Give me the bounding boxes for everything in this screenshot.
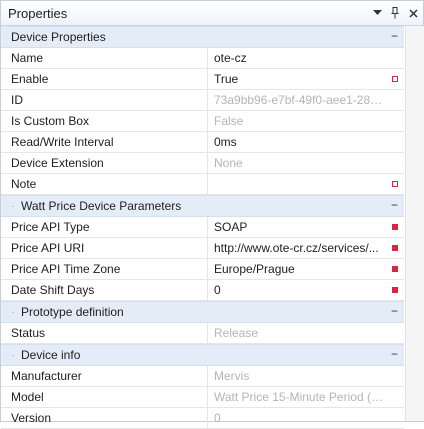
category-header[interactable]: · Prototype definition − <box>1 301 404 323</box>
property-value-text: 0 <box>214 411 221 425</box>
validation-flag-icon <box>392 266 398 272</box>
property-row[interactable]: Device Extension None <box>1 153 404 174</box>
property-value: Release <box>208 323 404 343</box>
property-value-text: 0ms <box>214 135 237 149</box>
category-label: Device Properties <box>11 30 106 44</box>
property-value: None <box>208 153 404 173</box>
property-name: Note <box>1 174 208 194</box>
property-name: Device Extension <box>1 153 208 173</box>
property-value[interactable]: ote-cz <box>208 48 404 68</box>
pin-icon[interactable] <box>389 6 401 20</box>
category-label: Prototype definition <box>21 305 124 319</box>
property-row[interactable]: Price API Time Zone Europe/Prague <box>1 259 404 280</box>
dropdown-icon[interactable] <box>371 6 383 20</box>
property-row[interactable]: Enable True <box>1 69 404 90</box>
property-value-text: Europe/Prague <box>214 262 295 276</box>
property-name: Version <box>1 408 208 428</box>
property-value: Watt Price 15-Minute Period (Array) <box>208 387 404 407</box>
property-value-text: 0 <box>214 283 221 297</box>
property-row[interactable]: Manufacturer Mervis <box>1 366 404 387</box>
expand-marker-icon: · <box>11 201 15 211</box>
property-name: ID <box>1 90 208 110</box>
property-value-text: http://www.ote-cr.cz/services/... <box>214 241 379 255</box>
property-name: Date Shift Days <box>1 280 208 300</box>
property-name: Status <box>1 323 208 343</box>
property-value[interactable]: SOAP <box>208 217 404 237</box>
collapse-icon[interactable]: − <box>391 29 398 43</box>
property-row[interactable]: Price API URI http://www.ote-cr.cz/servic… <box>1 238 404 259</box>
property-row[interactable]: Version 0 <box>1 408 404 429</box>
property-value-text: True <box>214 72 239 86</box>
property-value[interactable] <box>208 174 404 194</box>
validation-flag-icon <box>392 181 398 187</box>
category-header[interactable]: · Device info − <box>1 344 404 366</box>
property-name: Model <box>1 387 208 407</box>
validation-flag-icon <box>392 245 398 251</box>
property-value-text: Watt Price 15-Minute Period (Array) <box>214 390 384 404</box>
close-icon[interactable] <box>407 6 419 20</box>
property-value: 73a9bb96-e7bf-49f0-aee1-2840d... <box>208 90 404 110</box>
vertical-scrollbar[interactable] <box>405 26 424 421</box>
category-header[interactable]: · Watt Price Device Parameters − <box>1 195 404 217</box>
property-value-text: Mervis <box>214 369 250 383</box>
property-row[interactable]: Is Custom Box False <box>1 111 404 132</box>
expand-marker-icon: · <box>11 307 15 317</box>
property-value: False <box>208 111 404 131</box>
property-name: Enable <box>1 69 208 89</box>
property-value[interactable]: Europe/Prague <box>208 259 404 279</box>
title-icons <box>371 1 419 25</box>
validation-flag-icon <box>392 224 398 230</box>
property-row[interactable]: Date Shift Days 0 <box>1 280 404 301</box>
panel-title: Properties <box>8 5 68 21</box>
property-value-text: Release <box>214 326 259 340</box>
property-value[interactable]: 0ms <box>208 132 404 152</box>
property-row[interactable]: Price API Type SOAP <box>1 217 404 238</box>
panel-titlebar: Properties <box>1 1 423 26</box>
properties-panel: Properties Device Properties − Name ote-cz E… <box>0 0 424 429</box>
property-value-text: False <box>214 114 244 128</box>
collapse-icon[interactable]: − <box>391 347 398 361</box>
property-name: Name <box>1 48 208 68</box>
property-row[interactable]: Status Release <box>1 323 404 344</box>
property-value[interactable]: True <box>208 69 404 89</box>
property-value-text: SOAP <box>214 220 248 234</box>
property-name: Price API URI <box>1 238 208 258</box>
category-label: Watt Price Device Parameters <box>21 199 182 213</box>
property-name: Manufacturer <box>1 366 208 386</box>
property-name: Price API Time Zone <box>1 259 208 279</box>
property-name: Is Custom Box <box>1 111 208 131</box>
collapse-icon[interactable]: − <box>391 198 398 212</box>
validation-flag-icon <box>392 287 398 293</box>
property-row[interactable]: Name ote-cz <box>1 48 404 69</box>
property-value: 0 <box>208 408 404 428</box>
property-value[interactable]: 0 <box>208 280 404 300</box>
category-label: Device info <box>21 348 81 362</box>
property-row[interactable]: ID 73a9bb96-e7bf-49f0-aee1-2840d... <box>1 90 404 111</box>
property-row[interactable]: Model Watt Price 15-Minute Period (Array) <box>1 387 404 408</box>
property-row[interactable]: Note <box>1 174 404 195</box>
property-value-text: 73a9bb96-e7bf-49f0-aee1-2840d... <box>214 93 384 107</box>
property-value[interactable]: http://www.ote-cr.cz/services/... <box>208 238 404 258</box>
category-header[interactable]: Device Properties − <box>1 26 404 48</box>
property-value-text: ote-cz <box>214 51 247 65</box>
validation-flag-icon <box>392 76 398 82</box>
property-grid: Device Properties − Name ote-cz Enable True ID… <box>1 26 404 429</box>
property-value: Mervis <box>208 366 404 386</box>
property-value-text: None <box>214 156 243 170</box>
collapse-icon[interactable]: − <box>391 304 398 318</box>
property-row[interactable]: Read/Write Interval 0ms <box>1 132 404 153</box>
property-name: Read/Write Interval <box>1 132 208 152</box>
property-name: Price API Type <box>1 217 208 237</box>
expand-marker-icon: · <box>11 350 15 360</box>
